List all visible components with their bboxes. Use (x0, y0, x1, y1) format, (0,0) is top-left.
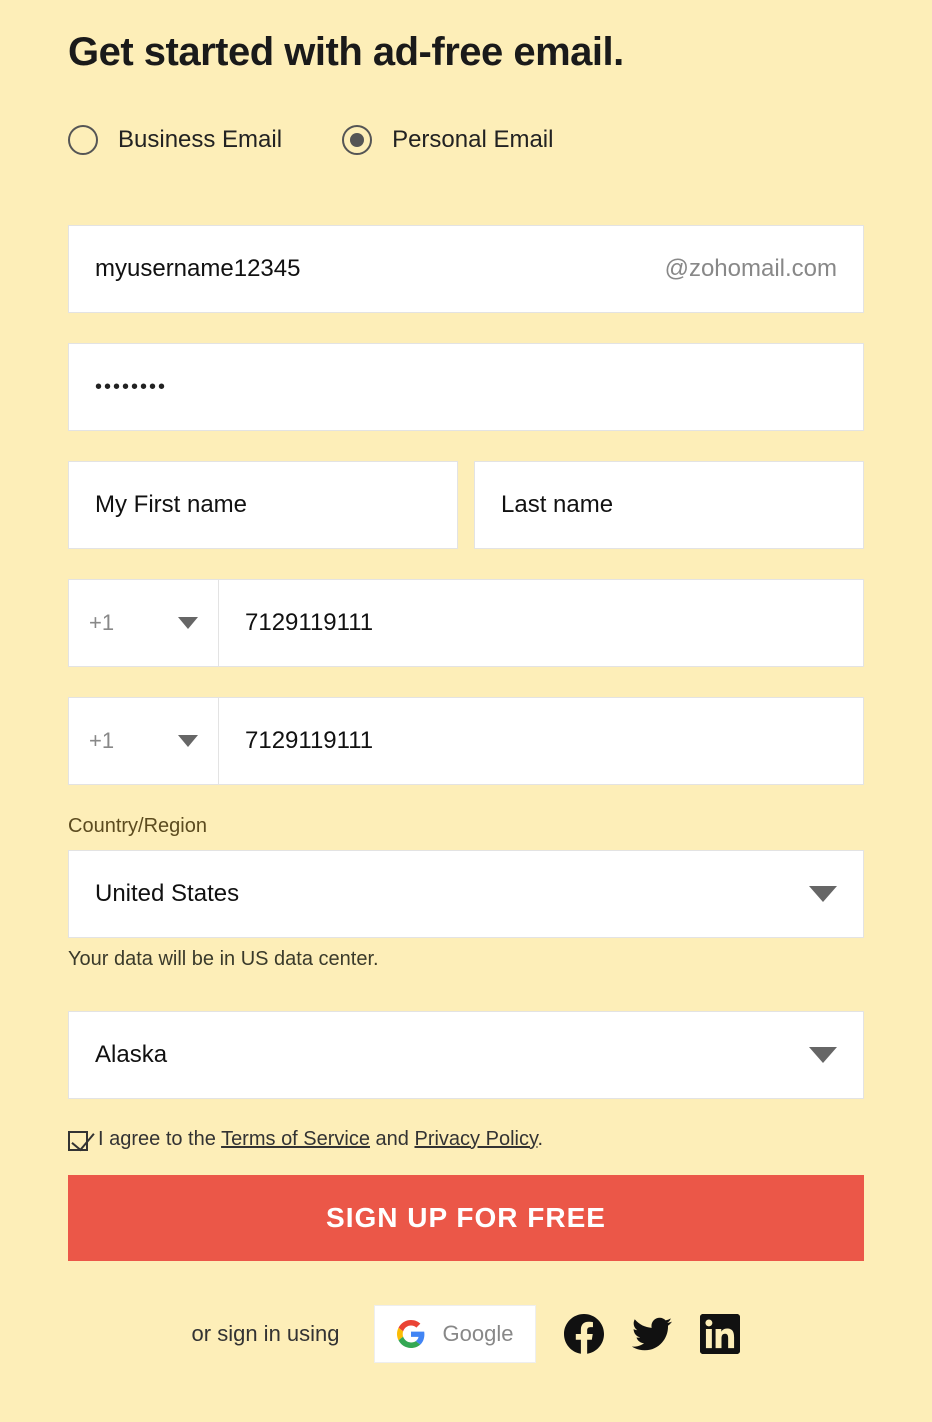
social-lead-text: or sign in using (192, 1321, 340, 1347)
last-name-value: Last name (501, 491, 837, 519)
caret-down-icon (178, 735, 198, 747)
phone1-value: 7129119111 (245, 609, 373, 637)
last-name-input[interactable]: Last name (474, 461, 864, 549)
agree-text-suffix: . (537, 1128, 543, 1150)
first-name-input[interactable]: My First name (68, 461, 458, 549)
phone2-value: 7129119111 (245, 727, 373, 755)
facebook-icon[interactable] (564, 1314, 604, 1354)
agree-text-mid: and (370, 1128, 414, 1150)
password-input[interactable]: •••••••• (68, 343, 864, 431)
state-select[interactable]: Alaska (68, 1011, 864, 1099)
country-label: Country/Region (68, 815, 864, 838)
terms-of-service-link[interactable]: Terms of Service (221, 1128, 370, 1150)
country-value: United States (95, 880, 239, 908)
phone2-prefix-value: +1 (89, 728, 114, 754)
first-name-value: My First name (95, 491, 431, 519)
radio-personal-email[interactable]: Personal Email (342, 125, 553, 155)
radio-business-email[interactable]: Business Email (68, 125, 282, 155)
phone1-prefix-value: +1 (89, 610, 114, 636)
linkedin-icon[interactable] (700, 1314, 740, 1354)
google-label: Google (443, 1321, 514, 1347)
username-value: myusername12345 (95, 255, 665, 283)
page-title: Get started with ad-free email. (68, 30, 864, 75)
google-icon (397, 1320, 425, 1348)
phone1-country-code[interactable]: +1 (68, 579, 218, 667)
radio-label: Business Email (118, 126, 282, 154)
username-input[interactable]: myusername12345 @zohomail.com (68, 225, 864, 313)
agree-text-prefix: I agree to the (98, 1128, 221, 1150)
phone2-country-code[interactable]: +1 (68, 697, 218, 785)
caret-down-icon (809, 1047, 837, 1063)
radio-label: Personal Email (392, 126, 553, 154)
privacy-policy-link[interactable]: Privacy Policy (414, 1128, 537, 1150)
country-select[interactable]: United States (68, 850, 864, 938)
twitter-icon[interactable] (632, 1314, 672, 1354)
phone2-input[interactable]: 7129119111 (218, 697, 864, 785)
signup-button[interactable]: SIGN UP FOR FREE (68, 1175, 864, 1261)
agree-checkbox[interactable] (68, 1127, 92, 1151)
google-signin-button[interactable]: Google (374, 1305, 537, 1363)
caret-down-icon (809, 886, 837, 902)
social-signin-row: or sign in using Google (68, 1305, 864, 1363)
email-type-radios: Business Email Personal Email (68, 125, 864, 155)
radio-icon (68, 125, 98, 155)
radio-icon (342, 125, 372, 155)
domain-suffix: @zohomail.com (665, 255, 837, 283)
country-hint: Your data will be in US data center. (68, 948, 864, 971)
phone1-input[interactable]: 7129119111 (218, 579, 864, 667)
password-mask: •••••••• (95, 376, 167, 399)
state-value: Alaska (95, 1041, 167, 1069)
caret-down-icon (178, 617, 198, 629)
